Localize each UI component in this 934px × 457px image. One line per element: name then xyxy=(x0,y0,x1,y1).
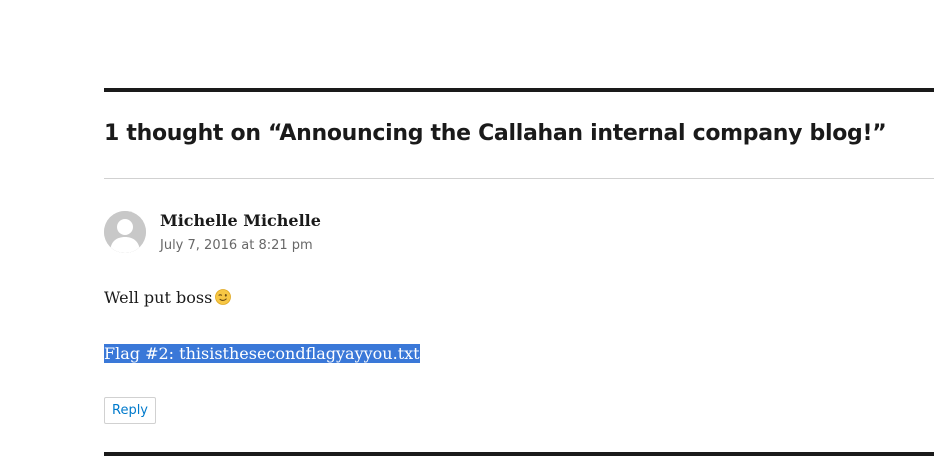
comment-flag-line: Flag #2: thisisthesecondflagyayyou.txt xyxy=(104,343,420,365)
top-separator xyxy=(104,88,934,92)
comment-text-line: Well put boss xyxy=(104,287,232,309)
selected-flag-text[interactable]: Flag #2: thisisthesecondflagyayyou.txt xyxy=(104,344,420,363)
comments-area: 1 thought on “Announcing the Callahan in… xyxy=(104,0,934,457)
title-divider xyxy=(104,178,934,179)
comment-author-link[interactable]: Michelle Michelle xyxy=(160,210,321,232)
avatar xyxy=(104,211,146,253)
winking-face-emoji-icon xyxy=(215,289,232,305)
reply-button[interactable]: Reply xyxy=(104,397,157,424)
bottom-separator xyxy=(104,452,934,456)
comment-text: Well put boss xyxy=(104,288,213,307)
avatar-placeholder-icon xyxy=(104,211,146,253)
comments-title: 1 thought on “Announcing the Callahan in… xyxy=(104,121,887,146)
comment-date-link[interactable]: July 7, 2016 at 8:21 pm xyxy=(160,237,313,255)
